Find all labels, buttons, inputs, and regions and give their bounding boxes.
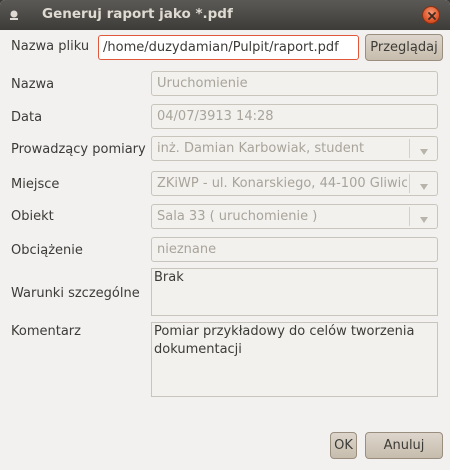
place-combo-value: ZKiWP - ul. Konarskiego, 44-100 Gliwice [157,176,407,191]
place-combo[interactable]: ZKiWP - ul. Konarskiego, 44-100 Gliwice [151,171,438,196]
comment-textarea[interactable]: Pomiar przykładowy do celów tworzenia do… [151,322,438,397]
filename-input[interactable]: /home/duzydamian/Pulpit/raport.pdf [98,35,359,60]
window-title: Generuj raport jako *.pdf [42,6,233,22]
date-label: Data [11,110,43,125]
place-label: Miejsce [11,177,60,192]
comment-label: Komentarz [11,324,81,339]
combo-divider [409,174,410,193]
pin-icon [8,9,20,21]
ok-button[interactable]: OK [330,432,357,459]
conditions-label: Warunki szczególne [11,286,140,301]
conditions-textarea[interactable]: Brak [151,268,438,316]
browse-button[interactable]: Przeglądaj [365,34,443,61]
cancel-button[interactable]: Anuluj [365,432,443,459]
date-field[interactable]: 04/07/3913 14:28 [151,104,438,129]
object-combo[interactable]: Sala 33 ( uruchomienie ) [151,204,438,229]
load-field[interactable]: nieznane [151,237,438,262]
title-bar[interactable]: Generuj raport jako *.pdf [0,0,450,30]
name-field[interactable]: Uruchomienie [151,71,438,96]
name-label: Nazwa [11,77,55,92]
combo-divider [409,139,410,158]
operator-label: Prowadzący pomiary [11,142,146,157]
object-label: Obiekt [11,209,54,224]
dialog-window: Generuj raport jako *.pdf Nazwa pliku /h… [0,0,450,470]
chevron-down-icon[interactable] [419,213,429,223]
operator-combo-value: inż. Damian Karbowiak, student [157,141,365,156]
chevron-down-icon[interactable] [419,145,429,155]
load-label: Obciążenie [11,243,83,258]
operator-combo[interactable]: inż. Damian Karbowiak, student [151,136,438,161]
filename-label: Nazwa pliku [11,39,90,54]
close-icon[interactable] [422,6,440,24]
chevron-down-icon[interactable] [419,180,429,190]
combo-divider [409,207,410,226]
object-combo-value: Sala 33 ( uruchomienie ) [157,209,318,224]
